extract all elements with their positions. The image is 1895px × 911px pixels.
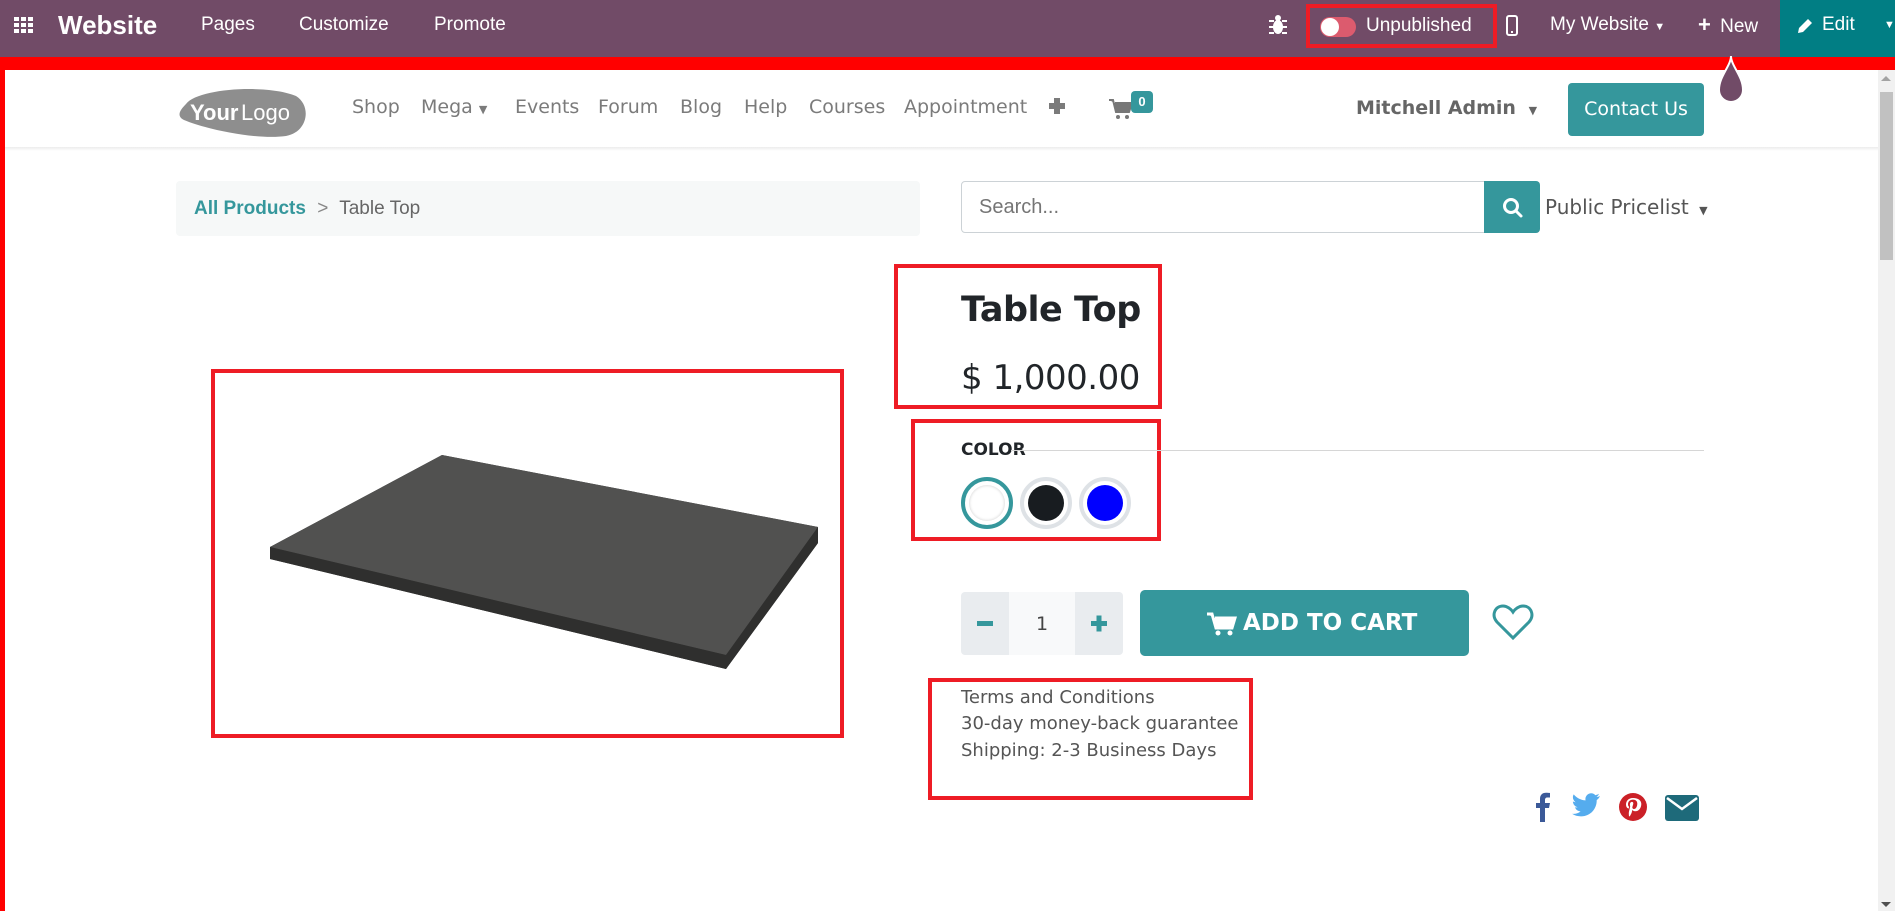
logo-text-bold: Your xyxy=(190,100,239,125)
nav-mega[interactable]: Mega ▼ xyxy=(421,96,487,118)
quantity-stepper xyxy=(961,592,1123,655)
caret-down-icon: ▼ xyxy=(1528,104,1538,117)
quantity-increase-button[interactable] xyxy=(1075,592,1123,655)
breadcrumb-current: Table Top xyxy=(339,198,421,219)
wishlist-heart-icon[interactable] xyxy=(1492,603,1534,646)
terms-and-conditions-link[interactable]: Terms and Conditions xyxy=(961,687,1155,708)
logo-text-light: Logo xyxy=(241,100,290,125)
caret-down-icon: ▼ xyxy=(478,103,488,116)
nav-forum[interactable]: Forum xyxy=(598,96,658,118)
plus-icon: + xyxy=(1698,12,1711,37)
new-button-label: New xyxy=(1720,16,1759,37)
edit-caret-icon[interactable]: ▼ xyxy=(1884,0,1895,50)
annotation-border-top xyxy=(0,57,1895,70)
product-price: $ 1,000.00 xyxy=(961,358,1140,398)
pricelist-label: Public Pricelist xyxy=(1545,195,1689,219)
annotation-border-left xyxy=(0,57,5,911)
quantity-decrease-button[interactable] xyxy=(961,592,1009,655)
caret-down-icon: ▼ xyxy=(1699,204,1708,217)
apps-menu-icon[interactable] xyxy=(12,0,36,57)
color-swatch-blue[interactable] xyxy=(1079,477,1131,529)
pinterest-icon[interactable] xyxy=(1618,792,1648,827)
new-pointer-drop xyxy=(1717,55,1745,104)
scroll-up-arrow-icon[interactable] xyxy=(1881,76,1891,81)
menu-customize[interactable]: Customize xyxy=(299,0,389,57)
scroll-down-arrow-icon[interactable] xyxy=(1881,902,1891,907)
menu-promote[interactable]: Promote xyxy=(434,0,506,57)
page-scrollbar[interactable] xyxy=(1878,70,1895,911)
product-image[interactable] xyxy=(270,455,830,685)
cart-icon xyxy=(1207,612,1238,641)
new-button[interactable]: + New xyxy=(1698,0,1758,57)
add-to-cart-button[interactable]: ADD TO CART xyxy=(1140,590,1469,656)
nav-blog[interactable]: Blog xyxy=(680,96,722,118)
cart-link[interactable]: 0 xyxy=(1109,91,1157,125)
color-attribute-divider xyxy=(1011,450,1704,451)
website-selector[interactable]: My Website ▼ xyxy=(1550,0,1665,57)
nav-help[interactable]: Help xyxy=(744,96,787,118)
pricelist-dropdown[interactable]: Public Pricelist ▼ xyxy=(1545,195,1708,219)
color-swatch-black[interactable] xyxy=(1020,477,1072,529)
publish-toggle[interactable]: Unpublished xyxy=(1306,4,1497,48)
website-editor-bar: Website Pages Customize Promote Unpublis… xyxy=(0,0,1895,57)
website-selector-label: My Website xyxy=(1550,14,1649,35)
publish-status-label: Unpublished xyxy=(1366,15,1472,36)
toggle-switch[interactable] xyxy=(1320,17,1356,37)
site-logo[interactable]: Your Logo xyxy=(178,86,308,138)
user-name: Mitchell Admin xyxy=(1356,97,1516,119)
add-menu-plus-icon[interactable] xyxy=(1047,96,1067,121)
edit-button[interactable]: Edit ▼ xyxy=(1780,0,1895,57)
app-name[interactable]: Website xyxy=(58,0,157,57)
nav-appointment[interactable]: Appointment xyxy=(904,96,1027,118)
search-icon xyxy=(1502,197,1524,224)
search-button[interactable] xyxy=(1484,181,1540,233)
quantity-input[interactable] xyxy=(1009,592,1075,655)
nav-courses[interactable]: Courses xyxy=(809,96,885,118)
twitter-icon[interactable] xyxy=(1571,793,1601,824)
search-input[interactable] xyxy=(961,181,1485,233)
user-menu[interactable]: Mitchell Admin ▼ xyxy=(1356,97,1537,119)
nav-shop[interactable]: Shop xyxy=(352,96,400,118)
pencil-icon xyxy=(1796,17,1814,40)
contact-us-button[interactable]: Contact Us xyxy=(1568,83,1704,136)
debug-bug-icon[interactable] xyxy=(1268,0,1288,57)
color-swatch-white[interactable] xyxy=(961,477,1013,529)
breadcrumb: All Products > Table Top xyxy=(176,181,920,236)
add-to-cart-label: ADD TO CART xyxy=(1243,610,1418,636)
facebook-icon[interactable] xyxy=(1534,790,1552,827)
email-icon[interactable] xyxy=(1665,795,1699,826)
caret-down-icon: ▼ xyxy=(1654,21,1666,33)
breadcrumb-all-products[interactable]: All Products xyxy=(194,198,306,219)
contact-us-label: Contact Us xyxy=(1584,98,1688,120)
mobile-preview-icon[interactable] xyxy=(1505,0,1519,57)
menu-pages[interactable]: Pages xyxy=(201,0,255,57)
shipping-info: Shipping: 2-3 Business Days xyxy=(961,740,1217,761)
product-name: Table Top xyxy=(961,290,1141,330)
breadcrumb-separator: > xyxy=(317,198,329,219)
nav-mega-label: Mega xyxy=(421,96,473,118)
cart-count-badge: 0 xyxy=(1131,91,1153,113)
scrollbar-thumb[interactable] xyxy=(1880,92,1893,260)
money-back-guarantee: 30-day money-back guarantee xyxy=(961,713,1239,734)
cart-icon xyxy=(1109,98,1134,125)
nav-events[interactable]: Events xyxy=(515,96,579,118)
edit-button-label: Edit xyxy=(1822,14,1855,35)
header-divider xyxy=(5,147,1878,151)
